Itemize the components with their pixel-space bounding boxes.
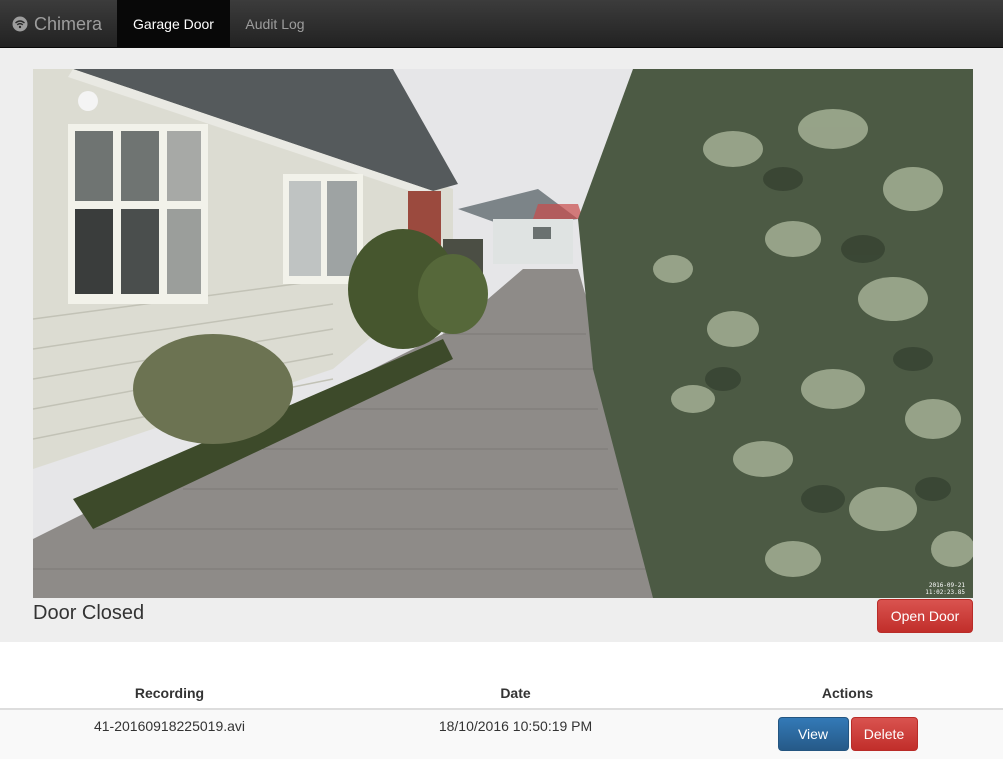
header-date: Date xyxy=(339,676,692,710)
view-button[interactable]: View xyxy=(777,717,849,751)
recordings-table: Recording Date Actions 41-20160918225019… xyxy=(0,676,1003,759)
camera-date: 2016-09-21 xyxy=(928,582,965,589)
garage-panel: 2016-09-21 11:02:23.85 Door Closed Open … xyxy=(0,48,1003,642)
camera-timestamp: 2016-09-21 11:02:23.85 xyxy=(925,582,965,596)
wifi-icon xyxy=(12,16,28,32)
header-recording: Recording xyxy=(0,676,339,710)
tab-audit-log[interactable]: Audit Log xyxy=(230,0,320,48)
delete-button[interactable]: Delete xyxy=(850,717,918,751)
open-door-button[interactable]: Open Door xyxy=(877,599,973,633)
navbar: Chimera Garage Door Audit Log xyxy=(0,0,1003,48)
door-status: Door Closed xyxy=(33,602,145,624)
table-header-row: Recording Date Actions xyxy=(0,676,1003,710)
camera-feed-image: 2016-09-21 11:02:23.85 xyxy=(33,69,973,598)
brand-link[interactable]: Chimera xyxy=(12,0,102,48)
recording-file: 41-20160918225019.avi xyxy=(0,708,339,759)
recording-actions: View Delete xyxy=(692,708,1003,759)
camera-time: 11:02:23.85 xyxy=(925,589,965,596)
table-row: 41-20160918225019.avi 18/10/2016 10:50:1… xyxy=(0,708,1003,759)
brand-label: Chimera xyxy=(34,13,103,34)
tab-garage-door[interactable]: Garage Door xyxy=(117,0,230,48)
header-actions: Actions xyxy=(692,676,1003,710)
recording-date: 18/10/2016 10:50:19 PM xyxy=(339,708,692,759)
